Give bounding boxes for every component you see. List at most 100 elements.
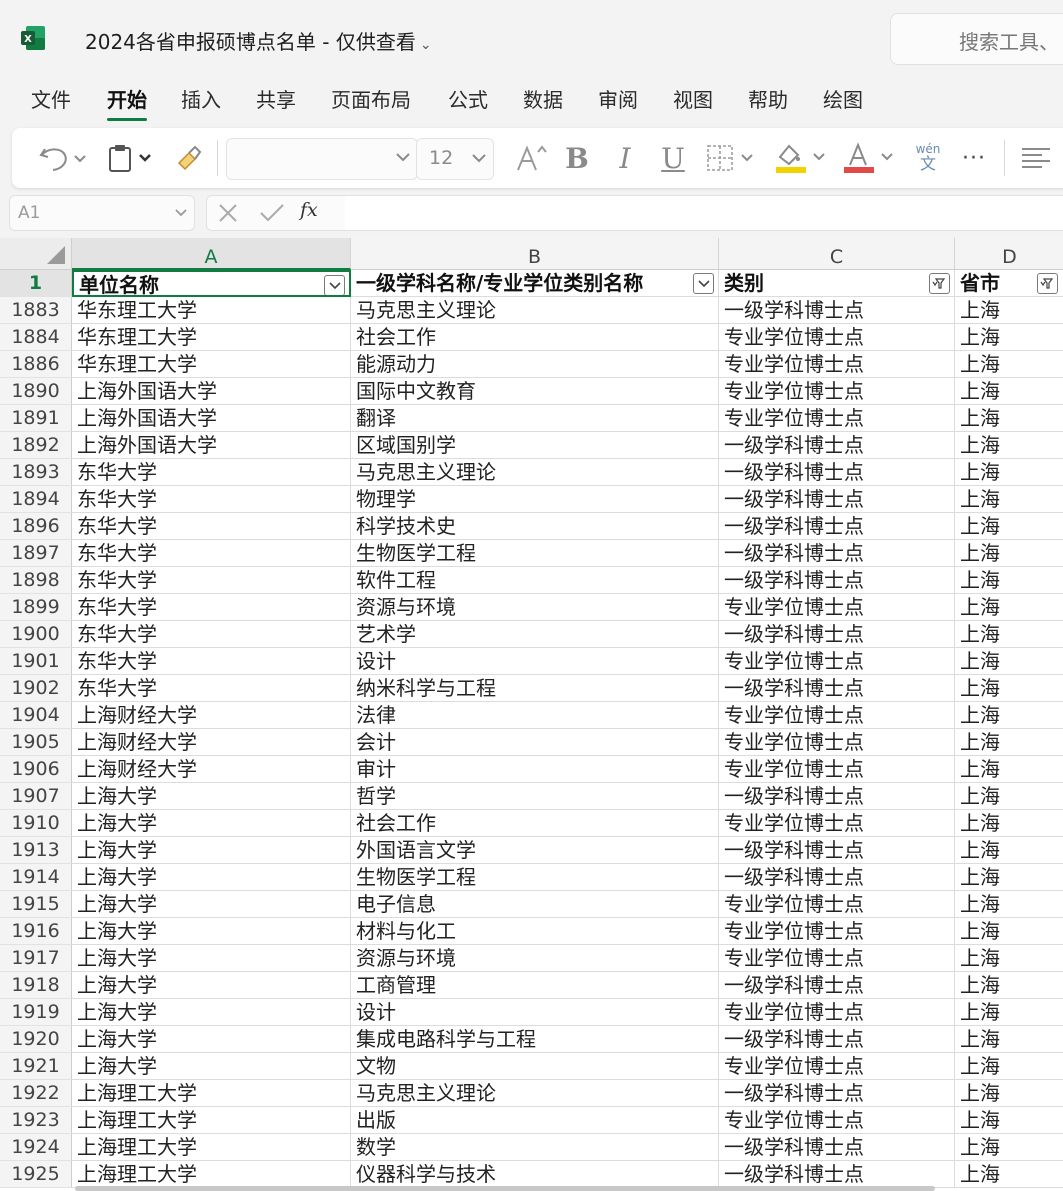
unit-cell[interactable]: 东华大学: [72, 540, 351, 567]
unit-cell[interactable]: 上海大学: [72, 864, 351, 891]
row-header[interactable]: 1899: [0, 594, 72, 621]
unit-cell[interactable]: 上海大学: [72, 1053, 351, 1080]
unit-cell[interactable]: 上海外国语大学: [72, 378, 351, 405]
unit-cell[interactable]: 华东理工大学: [72, 324, 351, 351]
unit-cell[interactable]: 上海理工大学: [72, 1134, 351, 1161]
discipline-cell[interactable]: 物理学: [351, 486, 719, 513]
font-color-button[interactable]: [840, 138, 900, 178]
category-cell[interactable]: 一级学科博士点: [719, 513, 955, 540]
horizontal-scrollbar[interactable]: [75, 1186, 935, 1191]
font-name-dropdown[interactable]: [226, 138, 418, 180]
province-cell[interactable]: 上海: [955, 324, 1063, 351]
category-cell[interactable]: 专业学位博士点: [719, 594, 955, 621]
province-cell[interactable]: 上海: [955, 378, 1063, 405]
category-cell[interactable]: 专业学位博士点: [719, 324, 955, 351]
province-cell[interactable]: 上海: [955, 486, 1063, 513]
category-cell[interactable]: 一级学科博士点: [719, 486, 955, 513]
row-header[interactable]: 1918: [0, 972, 72, 999]
discipline-cell[interactable]: 社会工作: [351, 324, 719, 351]
unit-cell[interactable]: 上海大学: [72, 837, 351, 864]
row-header[interactable]: 1910: [0, 810, 72, 837]
province-cell[interactable]: 上海: [955, 972, 1063, 999]
category-cell[interactable]: 一级学科博士点: [719, 1134, 955, 1161]
category-cell[interactable]: 一级学科博士点: [719, 432, 955, 459]
tab-review[interactable]: 审阅: [598, 84, 638, 113]
discipline-cell[interactable]: 艺术学: [351, 621, 719, 648]
province-cell[interactable]: 上海: [955, 1161, 1063, 1188]
category-cell[interactable]: 专业学位博士点: [719, 945, 955, 972]
discipline-cell[interactable]: 科学技术史: [351, 513, 719, 540]
province-cell[interactable]: 上海: [955, 1053, 1063, 1080]
filter-active-icon[interactable]: [929, 273, 950, 294]
discipline-cell[interactable]: 社会工作: [351, 810, 719, 837]
province-cell[interactable]: 上海: [955, 918, 1063, 945]
unit-cell[interactable]: 上海财经大学: [72, 729, 351, 756]
borders-button[interactable]: [702, 138, 762, 178]
select-all-corner[interactable]: [0, 238, 72, 270]
discipline-cell[interactable]: 设计: [351, 648, 719, 675]
category-cell[interactable]: 专业学位博士点: [719, 729, 955, 756]
discipline-cell[interactable]: 资源与环境: [351, 945, 719, 972]
unit-cell[interactable]: 上海大学: [72, 783, 351, 810]
row-header[interactable]: 1896: [0, 513, 72, 540]
row-header[interactable]: 1924: [0, 1134, 72, 1161]
province-cell[interactable]: 上海: [955, 837, 1063, 864]
document-title[interactable]: 2024各省申报硕博点名单 - 仅供查看 ⌄: [85, 26, 432, 55]
filter-dropdown-icon[interactable]: [324, 275, 345, 295]
row-header[interactable]: 1921: [0, 1053, 72, 1080]
category-cell[interactable]: 一级学科博士点: [719, 837, 955, 864]
province-cell[interactable]: 上海: [955, 1134, 1063, 1161]
tab-draw[interactable]: 绘图: [823, 84, 863, 113]
unit-cell[interactable]: 东华大学: [72, 486, 351, 513]
province-cell[interactable]: 上海: [955, 945, 1063, 972]
province-cell[interactable]: 上海: [955, 810, 1063, 837]
row-header[interactable]: 1893: [0, 459, 72, 486]
category-cell[interactable]: 一级学科博士点: [719, 540, 955, 567]
bold-button[interactable]: B: [562, 138, 592, 178]
unit-cell[interactable]: 东华大学: [72, 648, 351, 675]
unit-cell[interactable]: 上海外国语大学: [72, 432, 351, 459]
discipline-cell[interactable]: 仪器科学与技术: [351, 1161, 719, 1188]
row-header[interactable]: 1914: [0, 864, 72, 891]
province-cell[interactable]: 上海: [955, 729, 1063, 756]
discipline-cell[interactable]: 生物医学工程: [351, 540, 719, 567]
discipline-cell[interactable]: 出版: [351, 1107, 719, 1134]
category-cell[interactable]: 专业学位博士点: [719, 702, 955, 729]
column-header-b[interactable]: B: [351, 238, 719, 270]
column-header-a[interactable]: A: [72, 238, 351, 270]
province-cell[interactable]: 上海: [955, 297, 1063, 324]
tab-page-layout[interactable]: 页面布局: [331, 84, 411, 113]
unit-cell[interactable]: 东华大学: [72, 675, 351, 702]
tab-formulas[interactable]: 公式: [448, 84, 488, 113]
filter-dropdown-icon[interactable]: [693, 273, 714, 294]
discipline-cell[interactable]: 材料与化工: [351, 918, 719, 945]
row-header[interactable]: 1907: [0, 783, 72, 810]
category-cell[interactable]: 一级学科博士点: [719, 567, 955, 594]
discipline-cell[interactable]: 生物医学工程: [351, 864, 719, 891]
row-header[interactable]: 1920: [0, 1026, 72, 1053]
unit-cell[interactable]: 上海财经大学: [72, 756, 351, 783]
tab-data[interactable]: 数据: [523, 84, 563, 113]
paste-button[interactable]: [104, 138, 160, 178]
category-cell[interactable]: 一级学科博士点: [719, 675, 955, 702]
row-header[interactable]: 1892: [0, 432, 72, 459]
unit-cell[interactable]: 上海大学: [72, 918, 351, 945]
unit-cell[interactable]: 上海大学: [72, 972, 351, 999]
tab-insert[interactable]: 插入: [181, 84, 221, 113]
row-header[interactable]: 1904: [0, 702, 72, 729]
province-cell[interactable]: 上海: [955, 999, 1063, 1026]
province-cell[interactable]: 上海: [955, 567, 1063, 594]
formula-input[interactable]: [345, 195, 1063, 231]
fill-color-button[interactable]: [772, 138, 832, 178]
search-box[interactable]: 搜索工具、: [890, 13, 1063, 65]
category-cell[interactable]: 专业学位博士点: [719, 648, 955, 675]
province-cell[interactable]: 上海: [955, 405, 1063, 432]
filter-active-icon[interactable]: [1037, 273, 1058, 294]
discipline-cell[interactable]: 软件工程: [351, 567, 719, 594]
header-cell-category[interactable]: 类别: [719, 270, 955, 297]
province-cell[interactable]: 上海: [955, 648, 1063, 675]
unit-cell[interactable]: 上海理工大学: [72, 1161, 351, 1188]
row-header[interactable]: 1916: [0, 918, 72, 945]
unit-cell[interactable]: 上海大学: [72, 891, 351, 918]
column-header-c[interactable]: C: [719, 238, 955, 270]
